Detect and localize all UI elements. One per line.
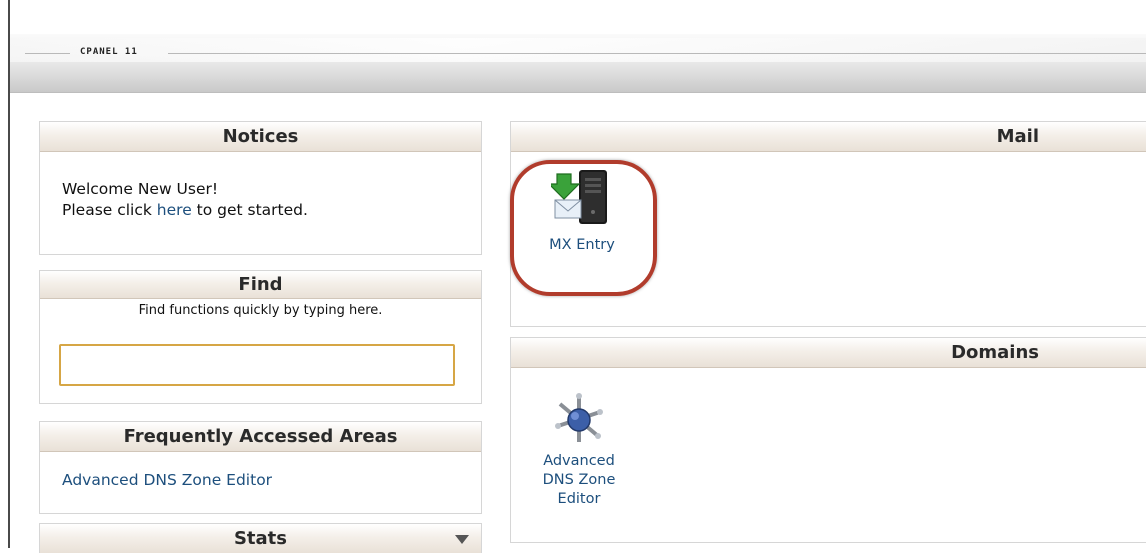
dns-zone-editor-icon [555, 393, 603, 442]
triangle-down-icon[interactable] [455, 535, 469, 544]
notices-title: Notices [40, 122, 481, 152]
notices-content: Welcome New User! Please click here to g… [40, 152, 481, 221]
header-divider-left [25, 53, 70, 54]
notices-panel: Notices Welcome New User! Please click h… [39, 121, 482, 255]
get-started-link[interactable]: here [157, 201, 192, 219]
find-hint: Find functions quickly by typing here. [138, 303, 383, 318]
mail-panel: Mail MX Entry [510, 121, 1146, 327]
mx-entry-label: MX Entry [549, 237, 615, 253]
advanced-dns-zone-editor-button[interactable]: Advanced DNS Zone Editor [525, 392, 633, 509]
stats-panel: Stats [39, 523, 482, 553]
header-divider-right [168, 53, 1146, 54]
find-panel: Find Find functions quickly by typing he… [39, 270, 482, 404]
frequently-accessed-title: Frequently Accessed Areas [40, 422, 481, 452]
advanced-dns-zone-editor-label: Advanced DNS Zone Editor [542, 453, 616, 507]
stats-title[interactable]: Stats [40, 524, 481, 553]
mail-title: Mail [511, 122, 1146, 152]
header-title: CPANEL 11 [80, 47, 138, 57]
frequently-accessed-item[interactable]: Advanced DNS Zone Editor [62, 471, 272, 489]
notices-welcome: Welcome New User! [62, 180, 219, 198]
cpanel-header: CPANEL 11 [10, 34, 1146, 93]
find-input[interactable] [59, 344, 455, 386]
find-title: Find [40, 271, 481, 299]
domains-title: Domains [511, 338, 1146, 368]
mx-entry-button[interactable]: MX Entry [527, 166, 637, 255]
notices-instruction: Please click here to get started. [62, 201, 308, 219]
mx-entry-icon [547, 170, 607, 224]
domains-panel: Domains Advanced DNS Zone Editor [510, 337, 1146, 543]
frequently-accessed-panel: Frequently Accessed Areas Advanced DNS Z… [39, 421, 482, 514]
